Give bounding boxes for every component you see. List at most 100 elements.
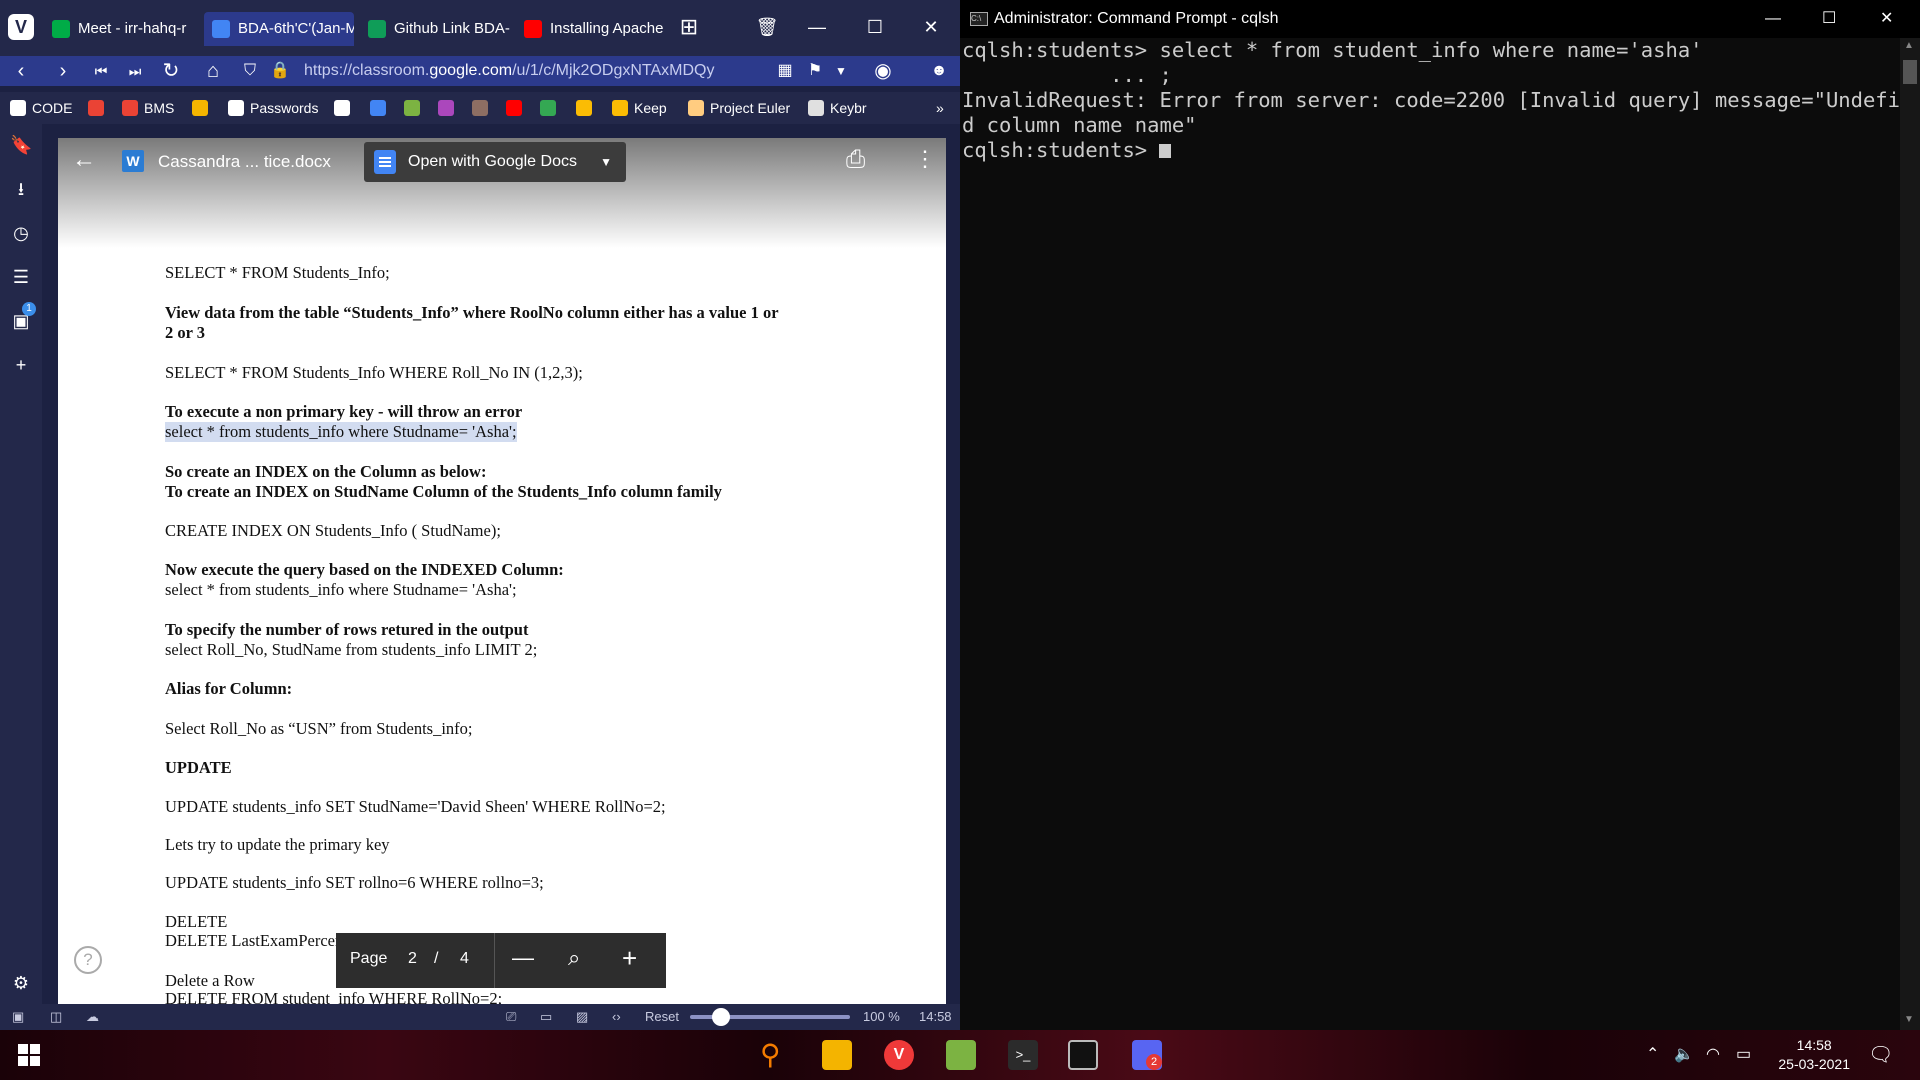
document-line: DELETE FROM student_info WHERE RollNo=2;	[165, 989, 503, 1004]
document-viewer: ← W Cassandra ... tice.docx Open with Go…	[58, 138, 946, 1004]
scrollbar[interactable]: ▲ ▼	[1900, 38, 1920, 1030]
history-panel-icon[interactable]: ◷	[10, 222, 32, 244]
tab-meet[interactable]: Meet - irr-hahq-r	[44, 12, 194, 46]
bookmark-icon	[540, 100, 556, 116]
search-icon[interactable]: ⚲	[760, 1040, 790, 1070]
bookmark-icon	[438, 100, 454, 116]
home-icon[interactable]: ⌂	[198, 56, 228, 86]
bookmark-icon	[808, 100, 824, 116]
close-button[interactable]: ✕	[916, 12, 946, 42]
extension-icon[interactable]: ☻	[924, 56, 954, 86]
bookmark-icon	[612, 100, 628, 116]
window-icon[interactable]: ▭	[540, 1004, 552, 1030]
bookmark-icon-only[interactable]	[334, 98, 356, 118]
bookmark-icon-only[interactable]	[192, 98, 214, 118]
dropdown-icon[interactable]: ▼	[826, 56, 856, 86]
sync-icon[interactable]: ☁	[86, 1004, 99, 1030]
vivaldi-icon[interactable]: V	[884, 1040, 914, 1070]
more-bookmarks-icon[interactable]: »	[936, 98, 944, 118]
maximize-button[interactable]: ☐	[860, 12, 890, 42]
bookmark-bms[interactable]: BMS	[122, 98, 174, 118]
battery-icon[interactable]: ▭	[1736, 1044, 1751, 1064]
notepad-icon[interactable]	[946, 1040, 976, 1070]
help-icon[interactable]: ?	[74, 946, 102, 974]
bookmarks-panel-icon[interactable]: 🔖	[10, 134, 32, 156]
zoom-slider-thumb[interactable]	[712, 1008, 730, 1026]
scroll-down-icon[interactable]: ▼	[1904, 1014, 1914, 1025]
fast-forward-icon[interactable]: ⏭	[120, 56, 150, 86]
bookmark-keybr[interactable]: Keybr	[808, 98, 867, 118]
page-current[interactable]: 2	[408, 950, 417, 968]
wifi-icon[interactable]: ◠	[1706, 1044, 1720, 1064]
bookmark-label: Keep	[634, 100, 667, 116]
qr-code-icon[interactable]: ▦	[770, 56, 800, 86]
print-icon[interactable]: ⎙	[846, 146, 865, 174]
minimize-button[interactable]: —	[802, 12, 832, 42]
code-icon[interactable]: ‹›	[612, 1004, 621, 1030]
shield-icon: ⛉	[244, 62, 257, 79]
document-line: select * from students_info where Studna…	[165, 422, 517, 442]
bookmark-passwords[interactable]: Passwords	[228, 98, 318, 118]
bookmark-icon-only[interactable]	[472, 98, 494, 118]
bookmark-icon-only[interactable]	[438, 98, 460, 118]
bookmark-icon-only[interactable]	[370, 98, 392, 118]
settings-icon[interactable]: ⚙	[10, 972, 32, 994]
bookmark-keep[interactable]: Keep	[612, 98, 667, 118]
scroll-up-icon[interactable]: ▲	[1904, 40, 1914, 51]
console-line: d column name name"	[962, 113, 1197, 137]
bookmark-icon-only[interactable]	[576, 98, 598, 118]
tab-classroom[interactable]: BDA-6th'C'(Jan-M	[204, 12, 354, 46]
open-with-google-docs-button[interactable]: Open with Google Docs ▼	[364, 142, 626, 182]
document-line: Alias for Column:	[165, 679, 293, 698]
terminal-icon[interactable]: >_	[1008, 1040, 1038, 1070]
trash-icon[interactable]: 🗑	[752, 12, 782, 42]
bookmark-label: Keybr	[830, 100, 867, 116]
volume-icon[interactable]: 🔈	[1674, 1044, 1694, 1064]
maximize-button[interactable]: ☐	[1822, 0, 1836, 38]
bookmark-icon-only[interactable]	[506, 98, 528, 118]
vivaldi-menu-icon[interactable]: V	[8, 14, 34, 40]
add-panel-icon[interactable]: +	[10, 354, 32, 376]
bookmark-project-euler[interactable]: Project Euler	[688, 98, 790, 118]
downloads-panel-icon[interactable]: ⭳	[10, 178, 32, 200]
capture-icon[interactable]: ⎚	[506, 1004, 516, 1030]
taskbar-clock[interactable]: 14:58 25-03-2021	[1778, 1036, 1850, 1074]
notes-panel-icon[interactable]: ☰	[10, 266, 32, 288]
bookmark-icon-only[interactable]	[540, 98, 562, 118]
zoom-in-icon[interactable]: +	[622, 943, 637, 974]
tab-youtube[interactable]: Installing Apache	[516, 12, 666, 46]
more-options-icon[interactable]: ⋮	[914, 146, 936, 172]
tab-github-link[interactable]: Github Link BDA-	[360, 12, 510, 46]
bookmark-icon-only[interactable]	[404, 98, 426, 118]
forward-icon[interactable]: ›	[48, 56, 78, 86]
profile-avatar[interactable]: ◉	[868, 56, 898, 86]
back-icon[interactable]: ‹	[6, 56, 36, 86]
zoom-level: 100 %	[863, 1009, 900, 1024]
clock-date: 25-03-2021	[1778, 1056, 1850, 1072]
notifications-icon[interactable]: 🗨	[1868, 1042, 1893, 1067]
windows-start-icon[interactable]	[18, 1044, 40, 1066]
reload-icon[interactable]: ↻	[156, 56, 186, 86]
file-explorer-icon[interactable]	[822, 1040, 852, 1070]
rewind-icon[interactable]: ⏮	[86, 56, 116, 86]
panel-toggle-icon[interactable]: ▣	[12, 1004, 24, 1030]
scrollbar-thumb[interactable]	[1903, 60, 1917, 84]
command-prompt-window: C:\ Administrator: Command Prompt - cqls…	[960, 0, 1920, 1030]
images-icon[interactable]: ▨	[576, 1004, 588, 1030]
bookmark-icon	[472, 100, 488, 116]
close-button[interactable]: ✕	[1880, 0, 1893, 38]
tray-chevron-icon[interactable]: ⌃	[1646, 1044, 1659, 1064]
bookmark-icon-only[interactable]	[88, 98, 110, 118]
open-with-label: Open with Google Docs	[408, 153, 577, 170]
back-arrow-icon[interactable]: ←	[72, 146, 96, 174]
zoom-icon[interactable]: ⌕	[568, 945, 580, 971]
zoom-out-icon[interactable]: —	[512, 945, 534, 971]
console-output[interactable]: cqlsh:students> select * from student_in…	[962, 38, 1920, 163]
tiling-icon[interactable]: ◫	[50, 1004, 62, 1030]
zoom-reset-button[interactable]: Reset	[645, 1004, 679, 1030]
url-field[interactable]: ⛉ 🔒 https://classroom.google.com/u/1/c/M…	[240, 58, 860, 84]
bookmark-code[interactable]: CODE	[10, 98, 72, 118]
command-prompt-icon[interactable]	[1068, 1040, 1098, 1070]
minimize-button[interactable]: —	[1765, 0, 1781, 38]
new-tab-icon[interactable]: ⊞	[674, 12, 704, 42]
